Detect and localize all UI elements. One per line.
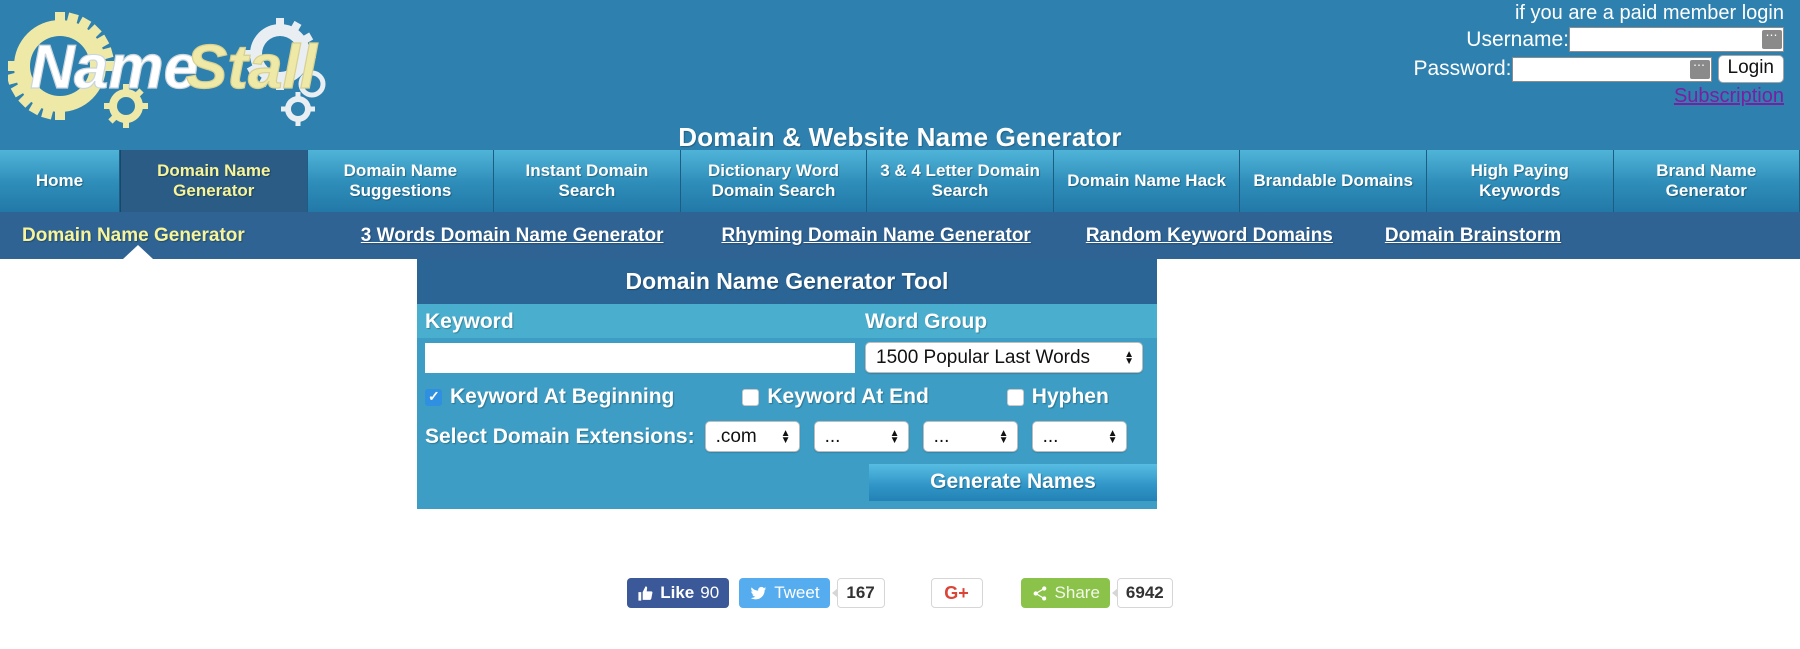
nav-item-brandable-domains[interactable]: Brandable Domains [1240,150,1427,212]
share-nodes-icon [1031,585,1049,602]
keyword-at-end-label: Keyword At End [767,385,929,408]
sub-navigation: Domain Name Generator 3 Words Domain Nam… [0,212,1800,259]
google-plus-button[interactable]: G+ [930,578,983,608]
twitter-tweet-label: Tweet [774,583,820,602]
extension-3-value: ... [933,425,950,447]
word-group-selected-value: 1500 Popular Last Words [876,346,1091,368]
facebook-like-label: Like [660,583,695,602]
svg-text:N: N [30,33,76,102]
word-group-select[interactable]: 1500 Popular Last Words ▲ ▼ [865,342,1143,373]
checkbox-icon [1006,388,1024,406]
spinner-arrows-icon: ▲ ▼ [998,427,1009,446]
nav-item-domain-name-generator[interactable]: Domain Name Generator [120,150,308,212]
spinner-arrows-icon: ▲ ▼ [1124,348,1134,367]
namestall-logo[interactable]: N ame Stall [8,6,408,128]
nav-item-instant-domain-search[interactable]: Instant Domain Search [494,150,681,212]
nav-item-domain-name-hack[interactable]: Domain Name Hack [1053,150,1241,212]
spinner-arrows-icon: ▲ ▼ [889,427,900,446]
subnav-item-rhyming-domain-name-generator[interactable]: Rhyming Domain Name Generator [721,225,1030,247]
keyword-at-beginning-label: Keyword At Beginning [450,385,675,408]
twitter-tweet-button[interactable]: Tweet [739,578,830,608]
username-label: Username: [1466,27,1569,51]
domain-extension-select-2[interactable]: ... ▲ ▼ [813,421,909,452]
facebook-like-count: 90 [700,583,720,602]
login-button[interactable]: Login [1717,55,1784,83]
nav-item-domain-name-suggestions[interactable]: Domain Name Suggestions [307,150,495,212]
password-input[interactable] [1511,56,1712,82]
subnav-item-3-words-domain-name-generator[interactable]: 3 Words Domain Name Generator [361,225,664,247]
nav-item-home[interactable]: Home [0,150,120,212]
subscription-link[interactable]: Subscription [1413,85,1784,108]
extension-4-value: ... [1042,425,1059,447]
form-inputs-row: 1500 Popular Last Words ▲ ▼ [417,338,1157,375]
form-labels-row: Keyword Word Group [417,304,1157,338]
generate-row: Generate Names [417,458,1157,501]
share-button[interactable]: Share [1020,578,1110,608]
word-group-label: Word Group [865,310,988,333]
social-share-bar: Like 90 Tweet 167 G+ Share 6942 [0,578,1800,608]
share-label: Share [1054,583,1100,602]
keyword-label: Keyword [425,310,514,333]
domain-extension-select-4[interactable]: ... ▲ ▼ [1031,421,1127,452]
extension-1-value: .com [715,425,757,447]
page-header: N ame Stall if you are a paid member log… [0,0,1800,152]
hyphen-checkbox[interactable]: Hyphen [1006,385,1109,409]
options-row: Keyword At Beginning Keyword At End Hyph… [417,375,1157,413]
svg-text:ame: ame [74,33,198,102]
username-input[interactable] [1569,27,1784,52]
subnav-item-random-keyword-domains[interactable]: Random Keyword Domains [1086,225,1333,247]
nav-item-3-4-letter-domain-search[interactable]: 3 & 4 Letter Domain Search [867,150,1054,212]
hyphen-label: Hyphen [1031,385,1109,408]
thumbs-up-icon [637,585,654,602]
autofill-icon[interactable]: ⋯ [1689,59,1710,79]
nav-item-high-paying-keywords[interactable]: High Paying Keywords [1426,150,1614,212]
keyword-at-end-checkbox[interactable]: Keyword At End [742,385,929,409]
domain-extensions-label: Select Domain Extensions: [425,424,695,448]
password-label: Password: [1413,57,1512,80]
domain-name-generator-tool: Domain Name Generator Tool Keyword Word … [417,259,1157,509]
tool-title: Domain Name Generator Tool [417,259,1157,304]
checkbox-icon [425,388,442,406]
generate-names-button[interactable]: Generate Names [869,464,1157,501]
active-tab-pointer-icon [123,245,153,259]
login-note: if you are a paid member login [1514,2,1784,24]
domain-extension-select-3[interactable]: ... ▲ ▼ [922,421,1018,452]
member-login-block: if you are a paid member login Username:… [1413,2,1784,108]
subnav-item-domain-brainstorm[interactable]: Domain Brainstorm [1385,225,1561,247]
spinner-arrows-icon: ▲ ▼ [1107,427,1118,446]
keyword-at-beginning-checkbox[interactable]: Keyword At Beginning [425,385,674,409]
username-row: Username: ⋯ [1413,27,1784,52]
password-row: Password: ⋯ Login [1413,55,1784,83]
main-navigation: Home Domain Name Generator Domain Name S… [0,150,1800,212]
spinner-arrows-icon: ▲ ▼ [780,427,791,446]
twitter-bird-icon [749,585,768,602]
domain-extensions-row: Select Domain Extensions: .com ▲ ▼ ... ▲ ▼… [417,413,1157,458]
svg-text:Stall: Stall [186,33,319,102]
share-count: 6942 [1116,578,1173,608]
extension-2-value: ... [824,425,841,447]
twitter-tweet-count: 167 [836,578,885,608]
domain-extension-select-1[interactable]: .com ▲ ▼ [704,421,800,452]
subnav-item-domain-name-generator[interactable]: Domain Name Generator [22,225,245,247]
page-title: Domain & Website Name Generator [678,122,1122,152]
autofill-icon[interactable]: ⋯ [1762,29,1782,49]
nav-item-dictionary-word-domain-search[interactable]: Dictionary Word Domain Search [680,150,868,212]
facebook-like-button[interactable]: Like 90 [627,578,730,608]
keyword-input[interactable] [425,342,855,373]
tool-form: Keyword Word Group 1500 Popular Last Wor… [417,304,1157,509]
checkbox-icon [742,388,760,406]
nav-item-brand-name-generator[interactable]: Brand Name Generator [1613,150,1800,212]
